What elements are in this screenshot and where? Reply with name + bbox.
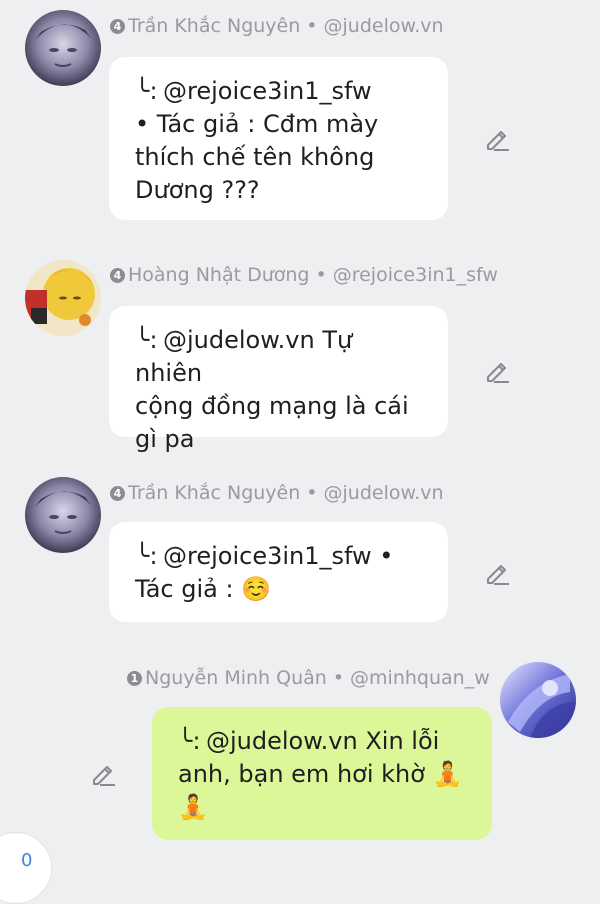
avatar-hoang-nhat-duong[interactable] [25,260,101,336]
message-meta: 4 Trần Khắc Nguyên • @judelow.vn [110,482,444,504]
author-name[interactable]: Trần Khắc Nguyên [128,15,300,37]
author-handle[interactable]: @rejoice3in1_sfw [333,264,498,286]
level-badge: 1 [127,670,142,686]
avatar-nguyen-minh-quan[interactable] [500,662,576,738]
author-handle[interactable]: @judelow.vn [324,482,444,504]
meta-separator: • [306,15,318,37]
edit-pencil-icon[interactable] [484,559,510,585]
level-badge: 4 [110,267,125,283]
author-handle[interactable]: @judelow.vn [324,15,444,37]
message-bubble[interactable]: ╰: @rejoice3in1_sfw • Tác giả : ☺️ [109,522,448,622]
message-line: thích chế tên không [135,143,375,171]
message-line: gì pa [135,425,195,453]
message-line: ╰: @rejoice3in1_sfw [135,75,423,108]
message-line: Dương ??? [135,176,260,204]
message-line: 🧘 [178,793,208,821]
level-badge: 4 [110,18,125,34]
author-name[interactable]: Nguyễn Minh Quân [145,667,327,689]
avatar-tran-khac-nguyen[interactable] [25,10,101,86]
message-meta: 4 Hoàng Nhật Dương • @rejoice3in1_sfw [110,264,498,286]
unread-count: 0 [21,850,33,871]
reply-marker-icon: ╰: [178,727,201,755]
avatar-tran-khac-nguyen[interactable] [25,477,101,553]
message-bubble[interactable]: ╰: @judelow.vn Xin lỗi anh, bạn em hơi kh… [152,707,492,840]
message-meta: 4 Trần Khắc Nguyên • @judelow.vn [110,15,444,37]
message-line: Tác giả : ☺️ [135,575,272,603]
message-line: • Tác giả : Cđm mày [135,110,379,138]
message-line: ╰: @rejoice3in1_sfw • [135,540,423,573]
message-line: cộng đồng mạng là cái [135,392,409,420]
message-bubble[interactable]: ╰: @judelow.vn Tự nhiên cộng đồng mạng là… [109,306,448,453]
edit-pencil-icon[interactable] [484,125,510,151]
author-name[interactable]: Hoàng Nhật Dương [128,264,309,286]
reply-marker-icon: ╰: [135,542,158,570]
reply-marker-icon: ╰: [135,77,158,105]
message-bubble[interactable]: ╰: @rejoice3in1_sfw • Tác giả : Cđm mày t… [109,57,448,220]
meta-separator: • [315,264,327,286]
edit-pencil-icon[interactable] [484,357,510,383]
message-meta: 1 Nguyễn Minh Quân • @minhquan_w [127,667,490,689]
author-name[interactable]: Trần Khắc Nguyên [128,482,300,504]
author-handle[interactable]: @minhquan_w [350,667,490,689]
message-line: ╰: @judelow.vn Xin lỗi [178,725,467,758]
meta-separator: • [332,667,345,689]
message-line: ╰: @judelow.vn Tự nhiên [135,326,353,387]
edit-pencil-icon[interactable] [90,760,116,786]
meta-separator: • [306,482,318,504]
reply-marker-icon: ╰: [135,326,158,354]
unread-counter-button[interactable]: 0 [0,832,52,904]
level-badge: 4 [110,485,125,501]
message-line: anh, bạn em hơi khờ 🧘 [178,760,463,788]
